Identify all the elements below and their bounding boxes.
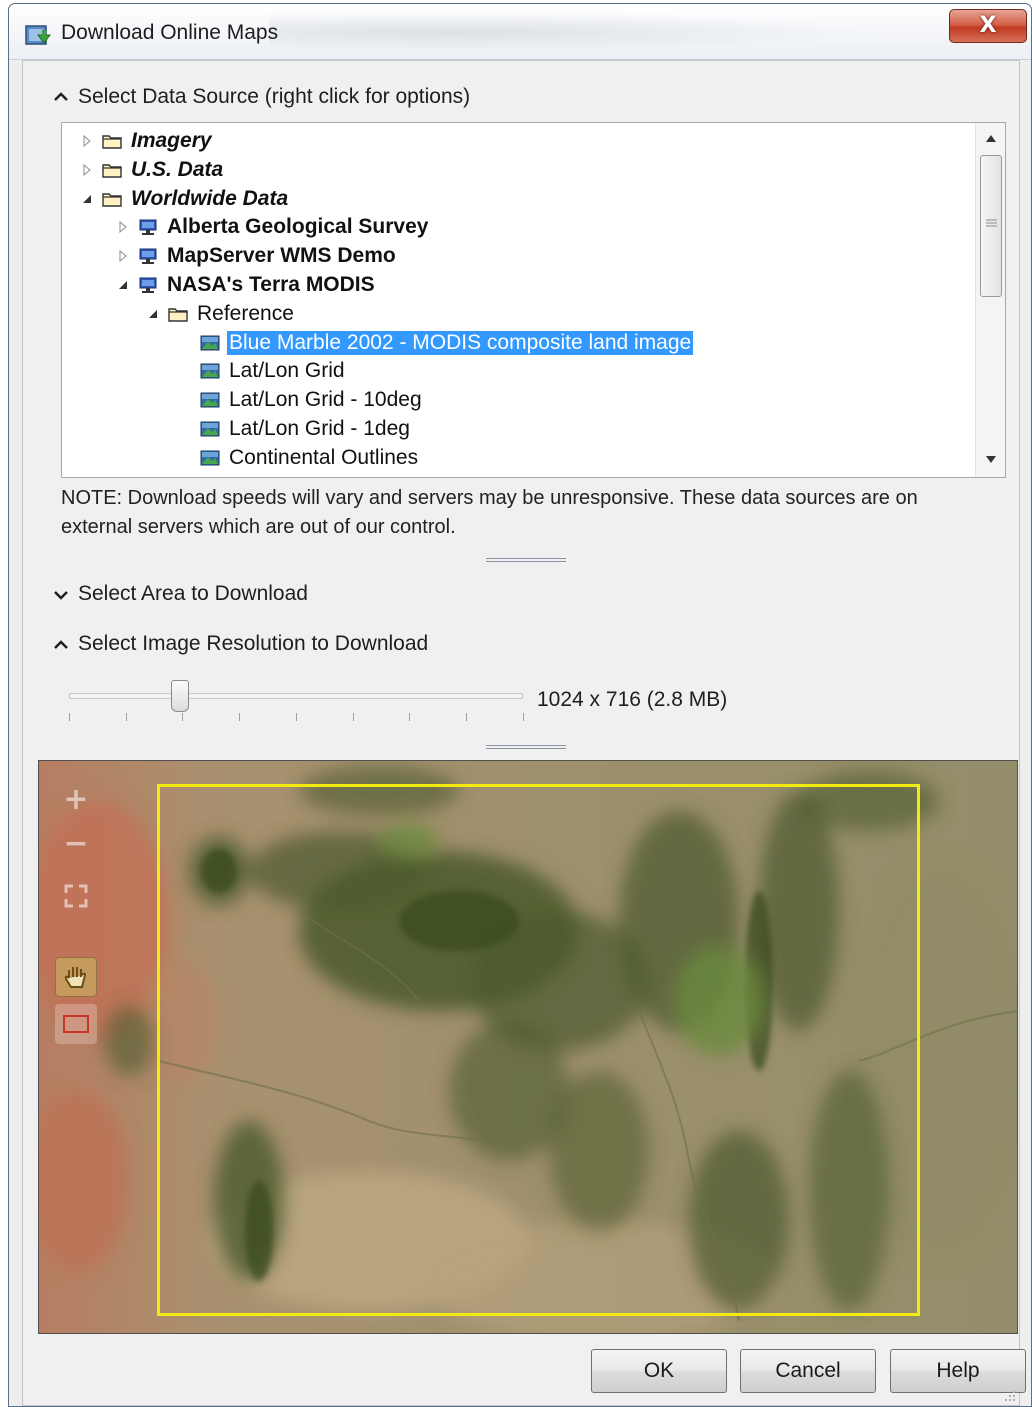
tree-item[interactable]: MapServer WMS Demo xyxy=(116,242,396,270)
web-server-icon xyxy=(139,219,157,236)
slider-tick xyxy=(125,713,127,721)
slider-tick xyxy=(69,713,70,721)
help-button[interactable]: Help xyxy=(890,1349,1026,1393)
data-source-header[interactable]: Select Data Source (right click for opti… xyxy=(78,85,470,109)
image-layer-icon xyxy=(200,450,220,466)
tree-item[interactable]: Lat/Lon Grid - 10deg xyxy=(200,386,422,414)
tree-item-label: U.S. Data xyxy=(131,157,224,181)
resolution-slider-thumb[interactable] xyxy=(171,680,189,712)
splitter-handle[interactable] xyxy=(486,558,566,564)
close-button[interactable]: X xyxy=(949,9,1027,43)
image-layer-icon xyxy=(200,363,220,379)
tree-item-label: Continental Outlines xyxy=(229,445,419,469)
slider-tick xyxy=(352,713,354,721)
web-server-icon xyxy=(139,248,157,265)
collapse-triangle-icon[interactable] xyxy=(80,192,94,206)
tree-item[interactable]: Alberta Geological Survey xyxy=(116,213,428,241)
tree-item-label: Lat/Lon Grid xyxy=(229,359,345,383)
folder-icon xyxy=(102,164,122,178)
tree-item-label: Worldwide Data xyxy=(131,186,289,210)
slider-tick xyxy=(465,713,467,721)
scroll-down-arrow-icon[interactable] xyxy=(985,455,997,465)
download-note: NOTE: Download speeds will vary and serv… xyxy=(61,487,918,538)
slider-tick xyxy=(182,713,184,721)
slider-tick xyxy=(295,713,297,721)
ok-button[interactable]: OK xyxy=(591,1349,727,1393)
zoom-in-icon[interactable]: + xyxy=(55,779,97,819)
expand-triangle-icon[interactable] xyxy=(116,249,130,263)
tree-vertical-scrollbar[interactable] xyxy=(975,123,1005,477)
tree-item-label: Lat/Lon Grid - 1deg xyxy=(229,417,410,440)
expand-triangle-icon[interactable] xyxy=(80,163,94,177)
scroll-thumb[interactable] xyxy=(980,155,1002,297)
image-layer-icon xyxy=(200,392,220,408)
scroll-up-arrow-icon[interactable] xyxy=(985,133,997,143)
tree-item[interactable]: Imagery xyxy=(80,127,212,155)
splitter-handle[interactable] xyxy=(486,745,566,751)
chevron-down-icon[interactable] xyxy=(53,589,69,601)
tree-item-label: Imagery xyxy=(131,129,212,152)
grip-icon xyxy=(986,219,997,227)
image-layer-icon xyxy=(200,335,220,351)
zoom-out-icon[interactable]: − xyxy=(55,823,97,863)
chevron-up-icon[interactable] xyxy=(53,91,69,103)
tree-item-label: Reference xyxy=(197,301,294,325)
resolution-slider-track[interactable] xyxy=(69,693,523,699)
window-title: Download Online Maps xyxy=(61,21,279,44)
slider-tick xyxy=(409,713,411,721)
tree-item-label: Alberta Geological Survey xyxy=(167,215,429,239)
folder-icon xyxy=(168,308,188,322)
tree-item[interactable]: U.S. Data xyxy=(80,156,223,184)
tree-item[interactable]: Lat/Lon Grid xyxy=(200,357,345,385)
resolution-header[interactable]: Select Image Resolution to Download xyxy=(78,632,428,656)
dialog-body: Select Data Source (right click for opti… xyxy=(22,60,1026,1406)
tree-item-label: Blue Marble 2002 - MODIS composite land … xyxy=(227,330,694,355)
area-header[interactable]: Select Area to Download xyxy=(78,582,308,606)
slider-tick xyxy=(522,713,524,721)
download-online-maps-dialog: Download Online Maps X Select Data Sourc… xyxy=(8,3,1032,1407)
chevron-up-icon[interactable] xyxy=(53,639,69,651)
tree-item[interactable]: Worldwide Data xyxy=(80,185,288,213)
image-layer-icon xyxy=(200,421,220,437)
zoom-extent-icon[interactable] xyxy=(55,876,97,916)
app-map-icon xyxy=(25,25,51,45)
folder-icon xyxy=(102,192,122,207)
web-server-icon xyxy=(139,277,157,293)
resize-grip-icon[interactable] xyxy=(1002,1388,1016,1402)
draw-rectangle-icon[interactable] xyxy=(55,1004,97,1044)
tree-item[interactable]: NASA's Terra MODIS xyxy=(116,271,375,299)
tree-item-label: MapServer WMS Demo xyxy=(167,244,396,268)
cancel-button[interactable]: Cancel xyxy=(740,1349,876,1393)
map-preview[interactable]: + − xyxy=(38,760,1018,1334)
tree-item[interactable]: Blue Marble 2002 - MODIS composite land … xyxy=(200,329,694,357)
resolution-value: 1024 x 716 (2.8 MB) xyxy=(537,688,728,711)
tree-item[interactable]: Continental Outlines xyxy=(200,444,418,472)
slider-tick xyxy=(239,713,241,721)
pan-hand-icon[interactable] xyxy=(55,957,97,997)
tree-item[interactable]: Lat/Lon Grid - 1deg xyxy=(200,415,410,443)
tree-item-label: Lat/Lon Grid - 10deg xyxy=(229,388,422,412)
tree-item-label: NASA's Terra MODIS xyxy=(167,273,375,296)
expand-triangle-icon[interactable] xyxy=(80,134,94,148)
collapse-triangle-icon[interactable] xyxy=(116,278,130,292)
folder-icon xyxy=(102,135,122,149)
expand-triangle-icon[interactable] xyxy=(116,220,130,234)
collapse-triangle-icon[interactable] xyxy=(146,307,160,321)
tree-item[interactable]: Reference xyxy=(146,300,294,328)
title-bar[interactable]: Download Online Maps X xyxy=(9,4,1031,60)
selected-area-box[interactable] xyxy=(157,784,920,1316)
data-source-tree[interactable]: Imagery U.S. Data Worldwide Data Alberta Ge… xyxy=(61,122,1006,478)
